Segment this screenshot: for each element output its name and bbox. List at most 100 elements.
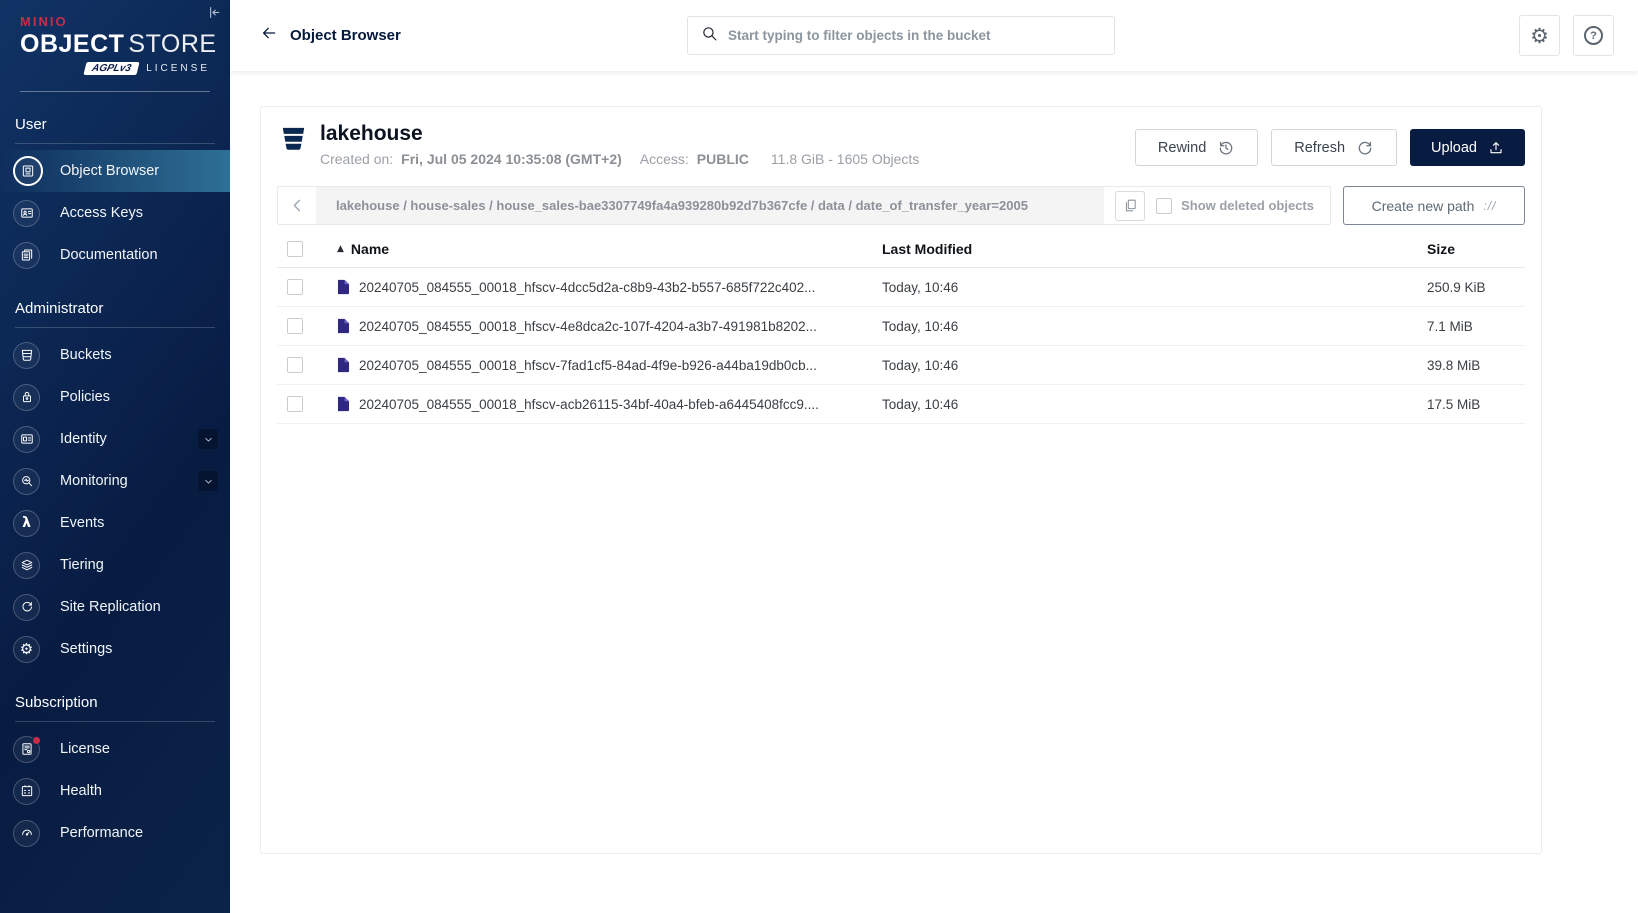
product-name-light: STORE	[128, 30, 216, 58]
sidebar-item-buckets[interactable]: Buckets	[0, 334, 230, 376]
chevron-down-icon[interactable]	[198, 471, 218, 491]
sidebar-item-events[interactable]: λ Events	[0, 502, 230, 544]
sidebar-item-label: Performance	[60, 825, 143, 841]
back-button[interactable]: Object Browser	[260, 24, 401, 47]
sidebar-collapse-icon[interactable]	[206, 5, 221, 25]
created-value: Fri, Jul 05 2024 10:35:08 (GMT+2)	[401, 151, 622, 167]
search-input[interactable]	[728, 28, 1101, 43]
sidebar-item-label: Object Browser	[60, 163, 159, 179]
object-modified: Today, 10:46	[882, 397, 1427, 412]
sort-ascending-icon: ▲	[337, 244, 344, 254]
sidebar-item-label: Tiering	[60, 557, 104, 573]
refresh-icon	[1356, 139, 1374, 157]
buckets-icon	[13, 342, 40, 369]
table-row[interactable]: 20240705_084555_00018_hfscv-4dcc5d2a-c8b…	[277, 268, 1525, 307]
show-deleted-checkbox[interactable]	[1156, 198, 1172, 214]
object-browser-icon	[13, 156, 43, 186]
path-back-button[interactable]	[278, 187, 316, 224]
row-checkbox[interactable]	[287, 396, 303, 412]
sidebar-item-health[interactable]: Health	[0, 770, 230, 812]
rewind-button[interactable]: Rewind	[1135, 129, 1258, 166]
access-keys-icon	[13, 200, 40, 227]
file-icon	[337, 318, 350, 334]
table-row[interactable]: 20240705_084555_00018_hfscv-4e8dca2c-107…	[277, 307, 1525, 346]
settings-button[interactable]: ⚙	[1519, 15, 1560, 56]
breadcrumb[interactable]: lakehouse / house-sales / house_sales-ba…	[316, 187, 1104, 224]
sidebar-item-label: Site Replication	[60, 599, 161, 615]
sidebar-nav: User Object BrowserAccess KeysDocumentat…	[0, 92, 230, 854]
rewind-icon	[1217, 139, 1235, 157]
search-icon	[701, 25, 718, 47]
select-all-checkbox[interactable]	[287, 241, 303, 257]
product-name-bold: OBJECT	[20, 30, 124, 58]
object-name[interactable]: 20240705_084555_00018_hfscv-7fad1cf5-84a…	[359, 358, 817, 373]
object-name[interactable]: 20240705_084555_00018_hfscv-4e8dca2c-107…	[359, 319, 817, 334]
sidebar-item-monitoring[interactable]: Monitoring	[0, 460, 230, 502]
column-header-size[interactable]: Size	[1427, 241, 1525, 257]
sidebar-item-label: Documentation	[60, 247, 158, 263]
help-button[interactable]: ?	[1573, 15, 1614, 56]
policies-icon	[13, 384, 40, 411]
back-arrow-icon	[260, 24, 278, 47]
create-new-path-button[interactable]: Create new path ://	[1343, 186, 1525, 225]
row-checkbox[interactable]	[287, 357, 303, 373]
monitoring-icon	[13, 468, 40, 495]
object-size: 250.9 KiB	[1427, 280, 1525, 295]
bucket-browser-card: lakehouse Created on: Fri, Jul 05 2024 1…	[260, 106, 1542, 854]
access-value: PUBLIC	[697, 151, 749, 167]
object-name[interactable]: 20240705_084555_00018_hfscv-4dcc5d2a-c8b…	[359, 280, 815, 295]
sidebar-item-site-replication[interactable]: Site Replication	[0, 586, 230, 628]
nav-section: User Object BrowserAccess KeysDocumentat…	[0, 92, 230, 276]
sidebar-item-license[interactable]: License	[0, 728, 230, 770]
sidebar-item-documentation[interactable]: Documentation	[0, 234, 230, 276]
sidebar-item-performance[interactable]: Performance	[0, 812, 230, 854]
sidebar-item-settings[interactable]: ⚙Settings	[0, 628, 230, 670]
table-row[interactable]: 20240705_084555_00018_hfscv-7fad1cf5-84a…	[277, 346, 1525, 385]
sidebar-item-access-keys[interactable]: Access Keys	[0, 192, 230, 234]
sidebar-item-policies[interactable]: Policies	[0, 376, 230, 418]
divider	[15, 327, 215, 328]
upload-button[interactable]: Upload	[1410, 129, 1525, 166]
object-size: 17.5 MiB	[1427, 397, 1525, 412]
object-modified: Today, 10:46	[882, 280, 1427, 295]
column-header-name[interactable]: ▲ Name	[321, 241, 882, 257]
app-logo: MINIO OBJECTSTORE AGPLv3 LICENSE	[0, 0, 230, 75]
refresh-button[interactable]: Refresh	[1271, 129, 1397, 166]
documentation-icon	[13, 242, 40, 269]
show-deleted-toggle[interactable]: Show deleted objects	[1156, 198, 1330, 214]
show-deleted-label: Show deleted objects	[1181, 198, 1314, 213]
object-table-body: 20240705_084555_00018_hfscv-4dcc5d2a-c8b…	[277, 268, 1525, 424]
health-icon	[13, 778, 40, 805]
topbar: Object Browser ⚙ ?	[230, 0, 1638, 71]
column-header-modified[interactable]: Last Modified	[882, 241, 1427, 257]
divider	[15, 143, 215, 144]
copy-path-button[interactable]	[1115, 191, 1145, 221]
row-checkbox[interactable]	[287, 318, 303, 334]
performance-icon	[13, 820, 40, 847]
refresh-label: Refresh	[1294, 140, 1345, 156]
divider	[15, 721, 215, 722]
sidebar-item-label: Monitoring	[60, 473, 128, 489]
sidebar-item-label: License	[60, 741, 110, 757]
table-header: ▲ Name Last Modified Size	[277, 231, 1525, 268]
object-name[interactable]: 20240705_084555_00018_hfscv-acb26115-34b…	[359, 397, 819, 412]
access-label: Access:	[640, 151, 689, 167]
sidebar: MINIO OBJECTSTORE AGPLv3 LICENSE User Ob…	[0, 0, 230, 913]
chevron-down-icon[interactable]	[198, 429, 218, 449]
sidebar-item-tiering[interactable]: Tiering	[0, 544, 230, 586]
bucket-header: lakehouse Created on: Fri, Jul 05 2024 1…	[261, 107, 1541, 173]
upload-icon	[1488, 140, 1504, 156]
sidebar-item-label: Events	[60, 515, 104, 531]
tiering-icon	[13, 552, 40, 579]
row-checkbox[interactable]	[287, 279, 303, 295]
sidebar-item-object-browser[interactable]: Object Browser	[0, 150, 230, 192]
events-icon: λ	[13, 510, 40, 537]
brand-name: MINIO	[20, 14, 210, 29]
gear-icon: ⚙	[1530, 24, 1549, 48]
object-size: 7.1 MiB	[1427, 319, 1525, 334]
created-label: Created on:	[320, 151, 393, 167]
object-modified: Today, 10:46	[882, 358, 1427, 373]
table-row[interactable]: 20240705_084555_00018_hfscv-acb26115-34b…	[277, 385, 1525, 424]
sidebar-item-identity[interactable]: Identity	[0, 418, 230, 460]
settings-icon: ⚙	[13, 636, 40, 663]
